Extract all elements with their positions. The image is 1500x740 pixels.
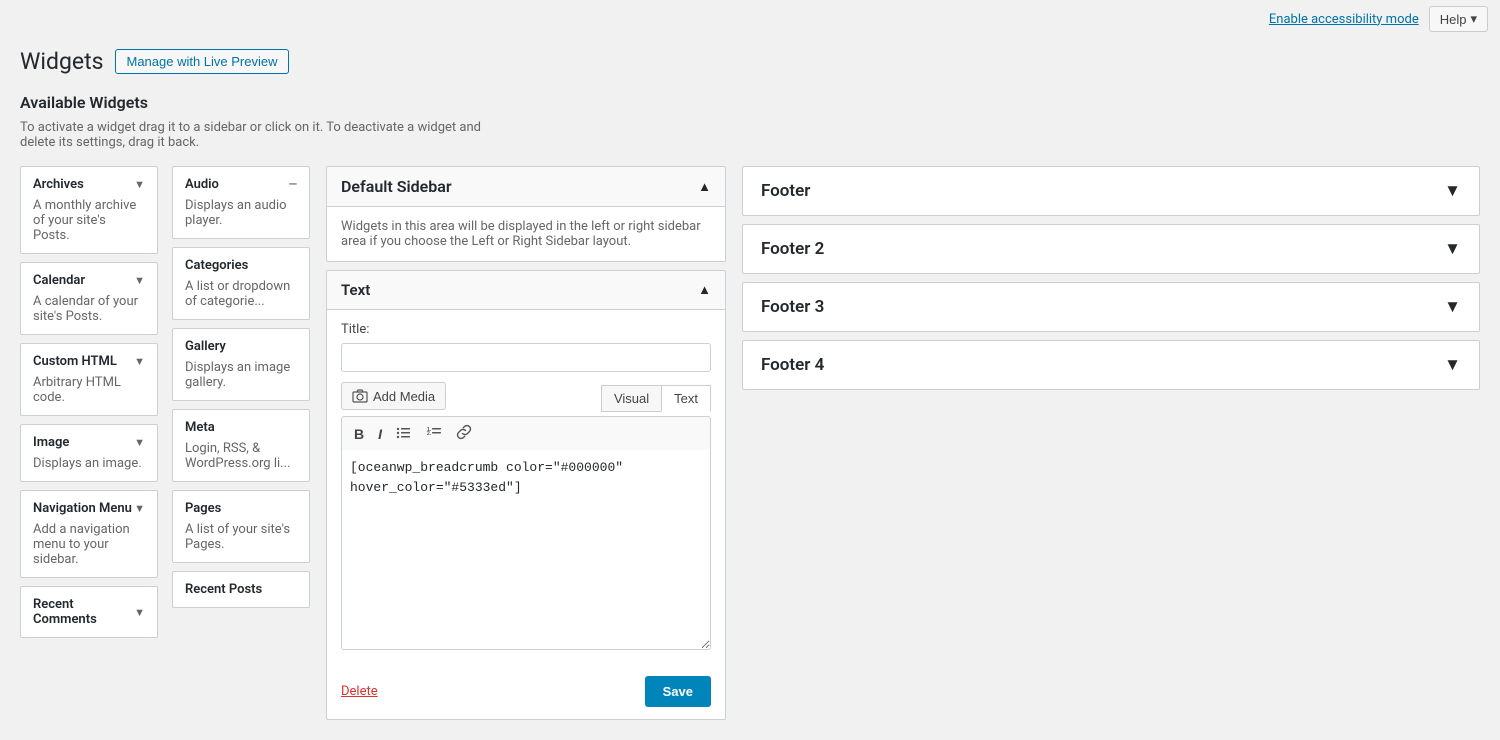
chevron-down-icon: ▼	[1444, 181, 1461, 201]
widget-meta[interactable]: Meta Login, RSS, & WordPress.org li...	[172, 409, 310, 482]
right-panel: Footer ▼ Footer 2 ▼ Footer 3 ▼ Footer 4	[742, 166, 1480, 398]
chevron-down-icon: ▼	[1444, 239, 1461, 259]
chevron-down-icon: ▼	[1444, 297, 1461, 317]
footer-section-4: Footer 4 ▼	[742, 340, 1480, 390]
widget-archives[interactable]: Archives ▼ A monthly archive of your sit…	[20, 166, 158, 254]
ordered-list-button[interactable]: 1. 2.	[422, 422, 446, 445]
chevron-down-icon: ▼	[1444, 355, 1461, 375]
default-sidebar-desc: Widgets in this area will be displayed i…	[327, 207, 725, 261]
delete-link[interactable]: Delete	[341, 684, 378, 699]
svg-text:2.: 2.	[427, 431, 432, 437]
chevron-down-icon: ▼	[134, 355, 145, 368]
chevron-down-icon: ▼	[134, 178, 145, 191]
widget-recent-posts[interactable]: Recent Posts	[172, 571, 310, 608]
footer-2-header[interactable]: Footer 2 ▼	[743, 225, 1479, 273]
footer-4-header[interactable]: Footer 4 ▼	[743, 341, 1479, 389]
text-widget-footer: Delete Save	[327, 666, 725, 719]
footer-1-header[interactable]: Footer ▼	[743, 167, 1479, 215]
widget-calendar[interactable]: Calendar ▼ A calendar of your site's Pos…	[20, 262, 158, 335]
audio-collapse-icon: —	[289, 178, 297, 191]
footer-3-header[interactable]: Footer 3 ▼	[743, 283, 1479, 331]
widget-gallery[interactable]: Gallery Displays an image gallery.	[172, 328, 310, 401]
page-title: Widgets	[20, 48, 103, 75]
center-panel: Default Sidebar ▲ Widgets in this area w…	[326, 166, 726, 720]
widget-image[interactable]: Image ▼ Displays an image.	[20, 424, 158, 482]
italic-button[interactable]: I	[374, 424, 386, 444]
default-sidebar-header: Default Sidebar ▲	[327, 167, 725, 207]
editor-tabs: Visual Text	[601, 385, 711, 412]
camera-icon	[352, 388, 368, 404]
left-panel: Archives ▼ A monthly archive of your sit…	[20, 166, 310, 646]
link-icon	[456, 424, 472, 440]
main-layout: Archives ▼ A monthly archive of your sit…	[20, 166, 1480, 720]
widget-col-2: Audio — Displays an audio player. Catego…	[172, 166, 310, 646]
widget-grid: Archives ▼ A monthly archive of your sit…	[20, 166, 310, 646]
unordered-list-button[interactable]	[392, 422, 416, 445]
chevron-up-icon: ▲	[698, 282, 711, 298]
help-button[interactable]: Help ▾	[1429, 6, 1488, 32]
chevron-up-icon: ▲	[698, 179, 711, 195]
footer-section-2: Footer 2 ▼	[742, 224, 1480, 274]
chevron-down-icon: ▼	[134, 606, 145, 619]
widget-navigation-menu[interactable]: Navigation Menu ▼ Add a navigation menu …	[20, 490, 158, 578]
visual-tab[interactable]: Visual	[601, 385, 661, 412]
widget-col-1: Archives ▼ A monthly archive of your sit…	[20, 166, 158, 646]
widget-custom-html[interactable]: Custom HTML ▼ Arbitrary HTML code.	[20, 343, 158, 416]
title-label: Title:	[341, 322, 711, 337]
default-sidebar-section: Default Sidebar ▲ Widgets in this area w…	[326, 166, 726, 262]
editor-toolbar: B I	[341, 416, 711, 450]
bold-button[interactable]: B	[350, 424, 368, 444]
widget-audio[interactable]: Audio — Displays an audio player.	[172, 166, 310, 239]
page-wrap: Widgets Manage with Live Preview Availab…	[0, 38, 1500, 740]
widget-categories[interactable]: Categories A list or dropdown of categor…	[172, 247, 310, 320]
text-widget: Text ▲ Title: Add Media	[326, 270, 726, 720]
accessibility-link[interactable]: Enable accessibility mode	[1269, 12, 1419, 27]
page-title-row: Widgets Manage with Live Preview	[20, 48, 1480, 75]
text-widget-body: Title: Add Media Visual	[327, 310, 725, 666]
title-input[interactable]	[341, 343, 711, 372]
footer-section-3: Footer 3 ▼	[742, 282, 1480, 332]
text-tab[interactable]: Text	[661, 385, 711, 412]
ordered-list-icon: 1. 2.	[426, 424, 442, 440]
add-media-button[interactable]: Add Media	[341, 382, 446, 410]
chevron-down-icon: ▼	[134, 502, 145, 515]
widget-pages[interactable]: Pages A list of your site's Pages.	[172, 490, 310, 563]
link-button[interactable]	[452, 422, 476, 445]
text-content-area[interactable]: [oceanwp_breadcrumb color="#000000" hove…	[341, 450, 711, 650]
text-widget-header: Text ▲	[327, 271, 725, 310]
available-widgets-desc: To activate a widget drag it to a sideba…	[20, 120, 500, 150]
chevron-down-icon: ▼	[134, 274, 145, 287]
footer-section-1: Footer ▼	[742, 166, 1480, 216]
top-bar: Enable accessibility mode Help ▾	[0, 0, 1500, 38]
unordered-list-icon	[396, 424, 412, 440]
save-button[interactable]: Save	[645, 676, 711, 707]
chevron-down-icon: ▼	[134, 436, 145, 449]
available-widgets-title: Available Widgets	[20, 93, 1480, 112]
manage-live-preview-button[interactable]: Manage with Live Preview	[115, 49, 288, 74]
widget-recent-comments[interactable]: Recent Comments ▼	[20, 586, 158, 638]
